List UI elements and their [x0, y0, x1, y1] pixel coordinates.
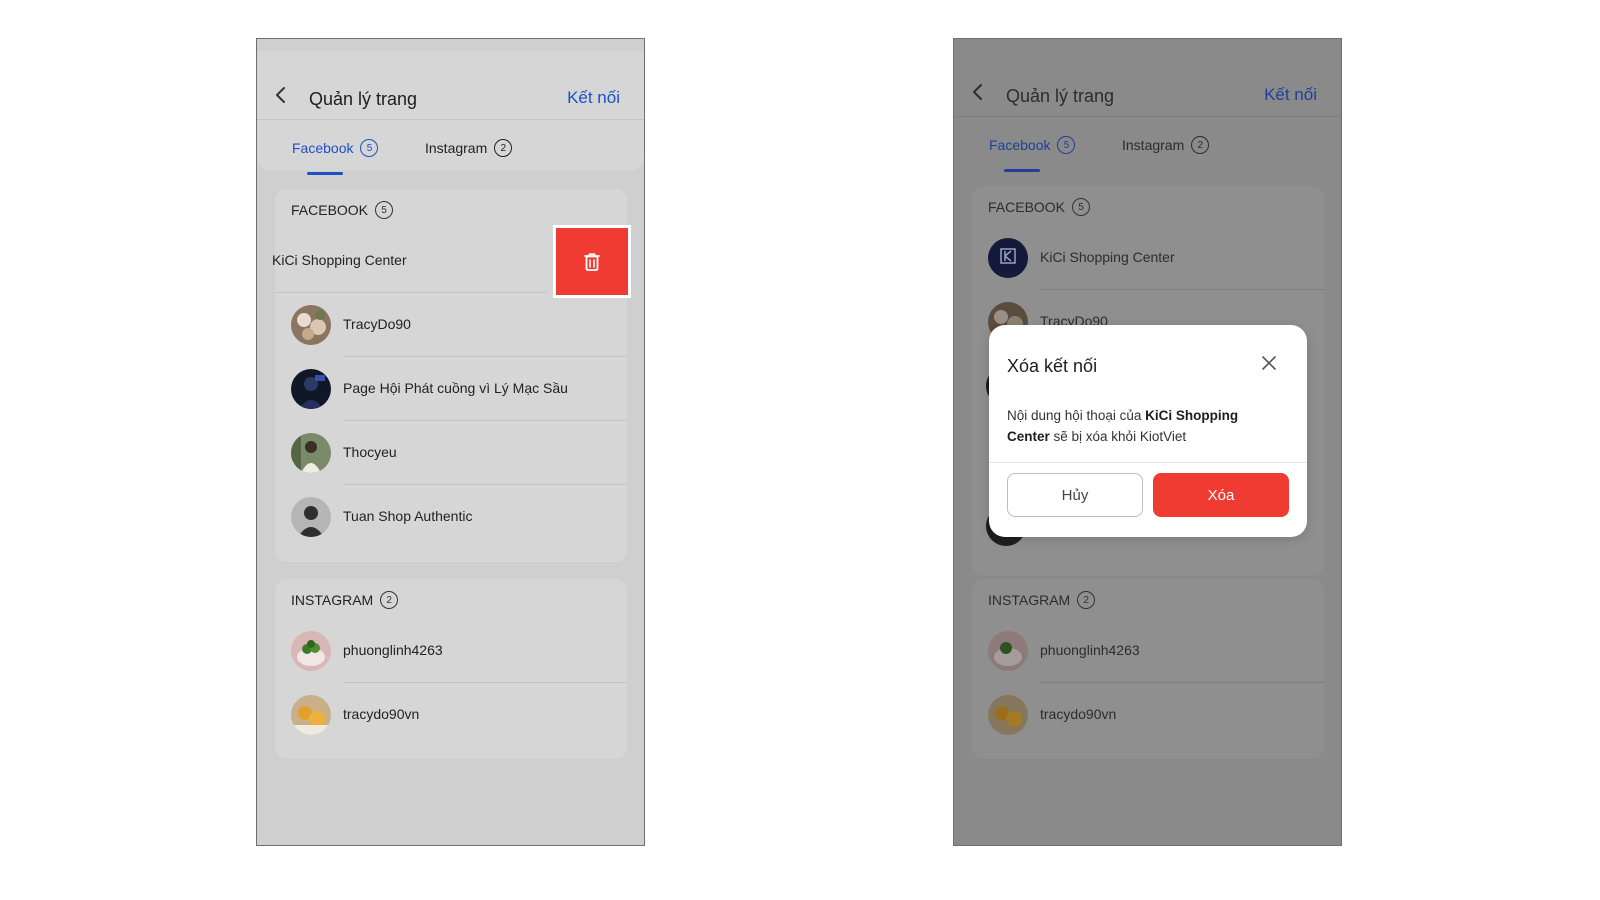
avatar: [291, 433, 331, 473]
tab-count-badge: 5: [360, 139, 379, 157]
instagram-section: INSTAGRAM 2 phuonglinh4263 tracydo90vn: [275, 579, 627, 759]
tab-instagram[interactable]: Instagram 2: [425, 129, 513, 167]
back-icon[interactable]: [271, 85, 291, 105]
tab-label: Instagram: [1122, 137, 1185, 153]
account-name: tracydo90vn: [343, 706, 420, 722]
default-user-icon: [291, 497, 331, 537]
account-name: tracydo90vn: [1040, 706, 1117, 722]
cancel-button[interactable]: Hủy: [1007, 473, 1143, 517]
divider: [257, 119, 644, 120]
section-title-label: FACEBOOK: [988, 199, 1066, 215]
list-item[interactable]: Tuan Shop Authentic: [275, 485, 627, 549]
tab-facebook[interactable]: Facebook 5: [989, 126, 1076, 164]
trash-icon: [584, 252, 600, 271]
page-name: Thocyeu: [343, 444, 397, 460]
dialog-message: Nội dung hội thoại của KiCi Shopping Cen…: [1007, 408, 1239, 444]
kici-logo-icon: [988, 238, 1028, 278]
avatar: [291, 631, 331, 671]
avatar: [291, 369, 331, 409]
confirm-delete-button[interactable]: Xóa: [1153, 473, 1289, 517]
connect-button[interactable]: Kết nối: [1264, 85, 1317, 105]
page-name: Page Hội Phát cuồng vì Lý Mạc Sầu: [343, 380, 568, 396]
avatar: [988, 631, 1028, 671]
account-name: phuonglinh4263: [1040, 642, 1140, 658]
delete-connection-dialog: Xóa kết nối Nội dung hội thoại của KiCi …: [989, 325, 1307, 537]
page-title: Quản lý trang: [1006, 86, 1115, 106]
section-title: FACEBOOK 5: [291, 201, 394, 219]
phone-screen-swipe-delete: Quản lý trang Kết nối Facebook 5 Instagr…: [256, 38, 645, 846]
divider: [954, 116, 1341, 117]
section-title: INSTAGRAM 2: [988, 591, 1096, 609]
tab-count-badge: 5: [1057, 136, 1076, 154]
section-count-badge: 5: [1072, 198, 1091, 216]
page-name: KiCi Shopping Center: [272, 252, 407, 268]
avatar: [988, 695, 1028, 735]
section-count-badge: 2: [380, 591, 399, 609]
page-name: KiCi Shopping Center: [1040, 249, 1175, 265]
page-name: TracyDo90: [343, 316, 411, 332]
section-title-label: INSTAGRAM: [988, 592, 1071, 608]
section-title-label: INSTAGRAM: [291, 592, 374, 608]
active-tab-indicator: [307, 172, 343, 175]
tab-instagram[interactable]: Instagram 2: [1122, 126, 1210, 164]
list-item[interactable]: Page Hội Phát cuồng vì Lý Mạc Sầu: [275, 357, 627, 421]
list-item[interactable]: KiCi Shopping Center: [972, 226, 1324, 290]
avatar: [291, 305, 331, 345]
tab-count-badge: 2: [1191, 136, 1210, 154]
account-name: phuonglinh4263: [343, 642, 443, 658]
header: Quản lý trang Kết nối Facebook 5 Instagr…: [954, 48, 1341, 172]
list-item[interactable]: phuonglinh4263: [275, 619, 627, 683]
list-item[interactable]: tracydo90vn: [972, 683, 1324, 747]
tab-count-badge: 2: [494, 139, 513, 157]
connect-button[interactable]: Kết nối: [567, 88, 620, 108]
section-title: FACEBOOK 5: [988, 198, 1091, 216]
section-count-badge: 2: [1077, 591, 1096, 609]
tab-label: Facebook: [989, 137, 1051, 153]
list-item[interactable]: phuonglinh4263: [972, 619, 1324, 683]
tab-facebook[interactable]: Facebook 5: [292, 129, 379, 167]
header: Quản lý trang Kết nối Facebook 5 Instagr…: [257, 51, 644, 175]
instagram-section: INSTAGRAM 2 phuonglinh4263 tracydo90vn: [972, 579, 1324, 759]
section-title-label: FACEBOOK: [291, 202, 369, 218]
close-icon[interactable]: [1261, 355, 1277, 371]
page-name: Tuan Shop Authentic: [343, 508, 473, 524]
phone-screen-delete-dialog: Quản lý trang Kết nối Facebook 5 Instagr…: [953, 38, 1342, 846]
divider: [989, 462, 1307, 463]
avatar: [291, 695, 331, 735]
active-tab-indicator: [1004, 169, 1040, 172]
tab-label: Facebook: [292, 140, 354, 156]
list-item[interactable]: tracydo90vn: [275, 683, 627, 747]
dialog-title: Xóa kết nối: [1007, 356, 1098, 376]
list-item[interactable]: TracyDo90: [275, 293, 627, 357]
tab-label: Instagram: [425, 140, 488, 156]
list-item[interactable]: Thocyeu: [275, 421, 627, 485]
section-title: INSTAGRAM 2: [291, 591, 399, 609]
page-title: Quản lý trang: [309, 89, 418, 109]
section-count-badge: 5: [375, 201, 394, 219]
back-icon[interactable]: [968, 82, 988, 102]
delete-button[interactable]: [556, 228, 628, 295]
